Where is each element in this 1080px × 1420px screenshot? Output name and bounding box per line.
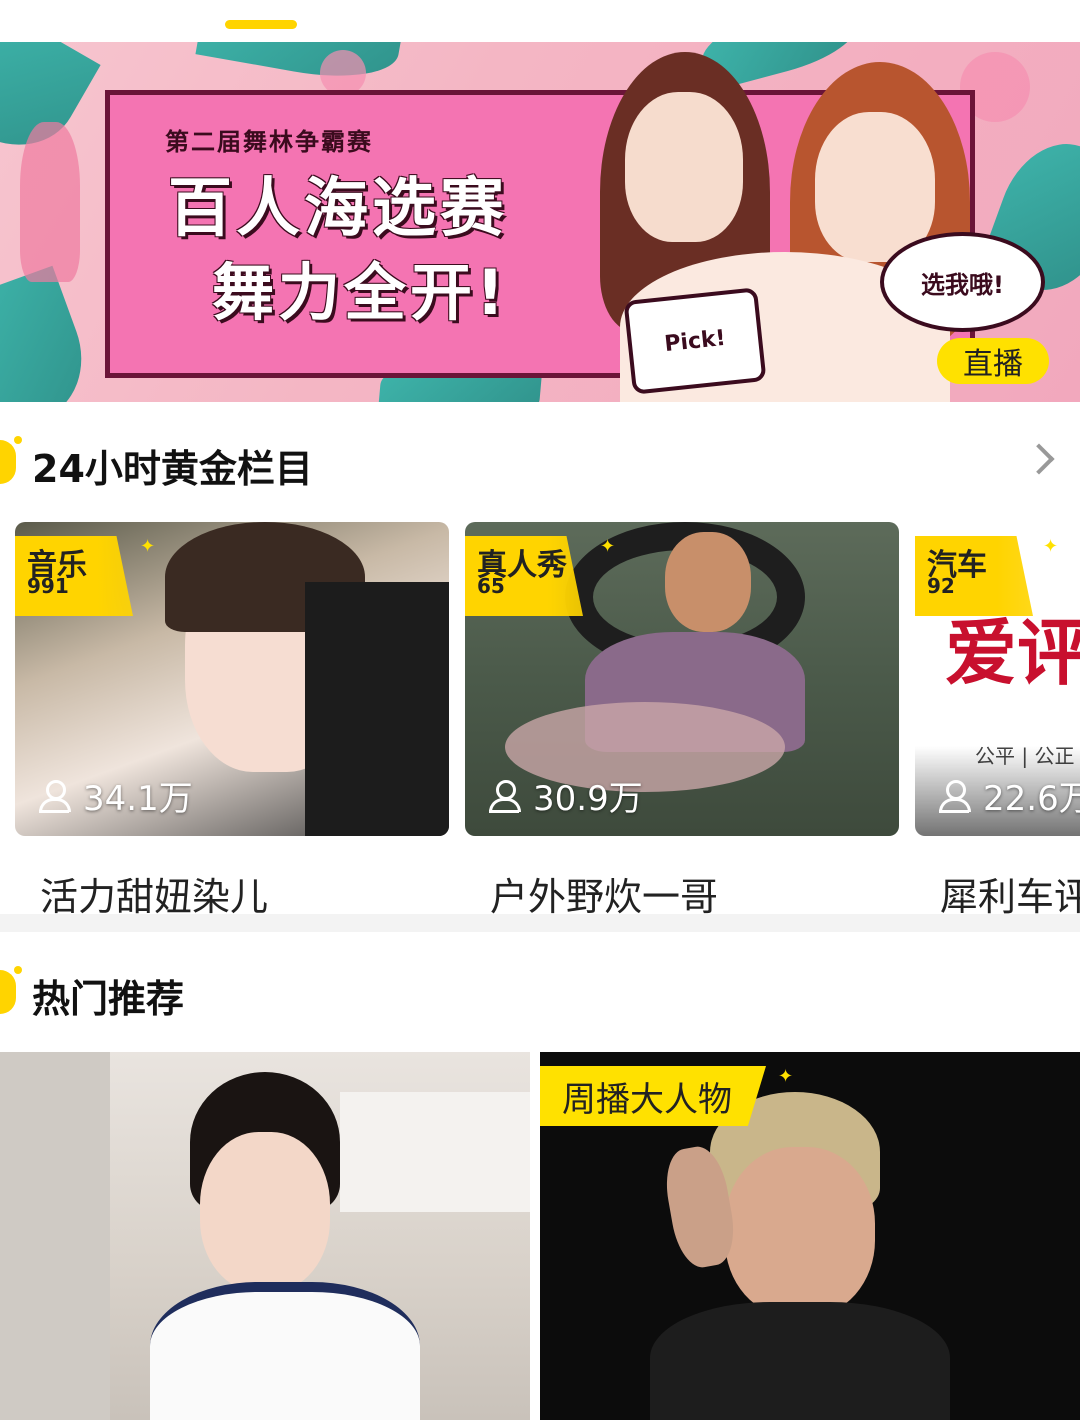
section-marker-dot <box>14 966 22 974</box>
viewer-count: 30.9万 <box>489 771 643 820</box>
section-divider <box>0 914 1080 932</box>
viewer-count: 34.1万 <box>39 771 193 820</box>
pick-bubble: Pick! <box>623 287 767 395</box>
section-marker <box>0 440 16 484</box>
program-card-title[interactable]: 活力甜妞染儿 <box>40 866 268 921</box>
tile-thumbnail-face <box>200 1132 330 1292</box>
promo-banner[interactable]: 第二届舞林争霸赛 百人海选赛 舞力全开! Pick! 选我哦! 直播 <box>0 42 1080 402</box>
tile-thumbnail-chair <box>0 1052 110 1420</box>
girl-left-face <box>625 92 743 242</box>
banner-subtitle: 第二届舞林争霸赛 <box>165 127 373 156</box>
active-tab-indicator <box>225 20 297 29</box>
section-title-golden: 24小时黄金栏目 <box>32 447 313 491</box>
hot-recommend-tile[interactable]: 周播大人物 ✦ <box>540 1052 1080 1420</box>
program-card[interactable]: 爱评 公平 | 公正 | 专 汽车 92 ✦ 22.6万 <box>915 522 1080 836</box>
sparkle-icon: ✦ <box>778 1066 794 1087</box>
live-badge[interactable]: 直播 <box>937 338 1049 384</box>
hot-recommend-tile[interactable] <box>0 1052 530 1420</box>
viewer-count-value: 30.9万 <box>533 779 643 819</box>
person-icon <box>489 779 521 813</box>
program-card-title[interactable]: 犀利车评 <box>940 866 1080 921</box>
leaf-decoration <box>195 42 405 89</box>
program-card[interactable]: 真人秀 65 ✦ 30.9万 <box>465 522 899 836</box>
section-marker <box>0 970 16 1014</box>
tile-thumbnail-desk <box>340 1092 530 1212</box>
speech-bubble: 选我哦! <box>880 232 1045 332</box>
card-thumbnail-face <box>665 532 751 632</box>
tile-thumbnail-jacket <box>650 1302 950 1420</box>
banner-title-line1: 百人海选赛 <box>168 172 508 246</box>
category-number: 65 <box>477 574 505 598</box>
sparkle-icon: ✦ <box>600 536 616 557</box>
viewer-count-value: 34.1万 <box>83 779 193 819</box>
card-thumbnail-hair-side <box>305 582 449 836</box>
section-title-hot: 热门推荐 <box>32 977 185 1021</box>
banner-title-line2: 舞力全开! <box>212 256 509 329</box>
category-number: 92 <box>927 574 955 598</box>
person-icon <box>939 779 971 813</box>
sparkle-icon: ✦ <box>1043 536 1059 557</box>
sparkle-icon: ✦ <box>140 536 156 557</box>
tile-category-tag: 周播大人物 <box>540 1066 766 1126</box>
person-icon <box>39 779 71 813</box>
section-marker-dot <box>14 436 22 444</box>
program-card-title[interactable]: 户外野炊一哥 <box>490 866 718 921</box>
viewer-count: 22.6万 <box>939 771 1080 820</box>
category-number: 991 <box>27 574 69 598</box>
leaf-decoration <box>0 265 101 402</box>
program-card[interactable]: 音乐 991 ✦ 34.1万 <box>15 522 449 836</box>
chevron-right-icon[interactable] <box>1023 443 1055 475</box>
tile-thumbnail-face <box>725 1147 875 1317</box>
flamingo-decoration <box>20 122 80 282</box>
tile-thumbnail-shirt <box>150 1282 420 1420</box>
viewer-count-value: 22.6万 <box>983 779 1080 819</box>
